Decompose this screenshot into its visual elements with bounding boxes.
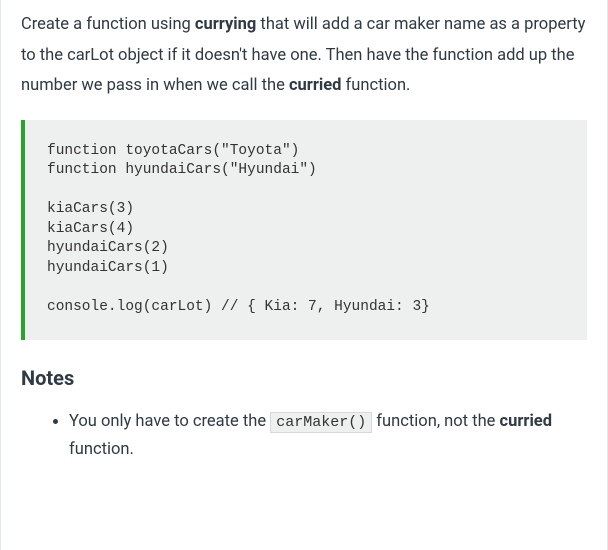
intro-bold-1: currying (195, 15, 256, 34)
intro-bold-2: curried (289, 76, 342, 95)
content-area: Create a function using currying that wi… (1, 2, 607, 465)
notes-list: You only have to create the carMaker() f… (21, 408, 587, 466)
notes-item-1-text-2: function, not the (372, 412, 499, 431)
notes-item-1-text-1: You only have to create the (69, 412, 270, 431)
notes-item-1: You only have to create the carMaker() f… (69, 408, 587, 466)
intro-text-3: function. (341, 76, 410, 95)
page-container: Create a function using currying that wi… (0, 0, 608, 550)
notes-item-1-text-3: function. (69, 440, 134, 459)
inline-code-carmaker: carMaker() (270, 412, 372, 433)
code-block: function toyotaCars("Toyota") function h… (21, 120, 587, 340)
intro-text-1: Create a function using (21, 15, 195, 34)
code-content: function toyotaCars("Toyota") function h… (47, 142, 565, 318)
intro-paragraph: Create a function using currying that wi… (21, 10, 587, 102)
notes-item-1-bold-1: curried (500, 412, 553, 431)
notes-heading: Notes (21, 366, 587, 390)
